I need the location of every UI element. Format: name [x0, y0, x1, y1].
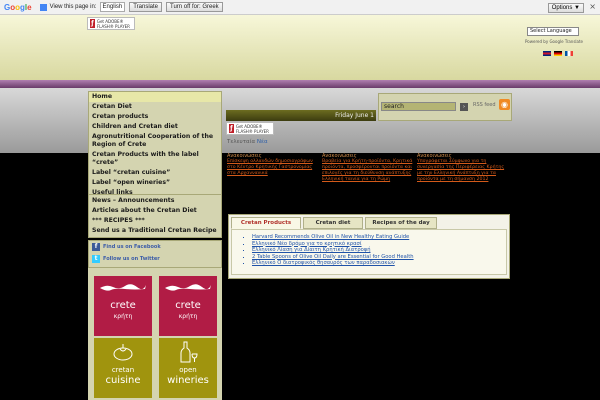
news-ticker: Friday June 1 [226, 110, 376, 121]
flash-player-badge[interactable]: ƒ Get ADOBE® FLASH® PLAYER [87, 17, 135, 30]
open-wineries-tile[interactable]: open wineries [159, 338, 217, 398]
flash-icon: ƒ [90, 19, 95, 28]
news-column-1: Ανακοινώσεις Επίσκεψη ολλανδών δημοσιογρ… [227, 153, 319, 177]
news-column-2: Ανακοινώσεις Βραβεία για Κρήτη-προϊόντα,… [322, 153, 414, 183]
close-icon[interactable]: × [589, 2, 596, 11]
ticker-date: Friday June 1 [335, 112, 374, 119]
rss-label[interactable]: RSS feed [473, 102, 496, 108]
nav-item-cretan-products[interactable]: Cretan products [89, 112, 221, 122]
nav-item-send-recipe[interactable]: Send us a Traditional Cretan Recipe [89, 226, 221, 236]
flash-icon: ƒ [229, 124, 234, 133]
news-column-3: Ανακοινώσεις Υπογράφεται Σύμφωνο για τη … [417, 153, 509, 183]
tab-recipes[interactable]: Recipes of the day [365, 217, 437, 229]
search-go-button[interactable]: › [460, 103, 468, 111]
garlic-icon [113, 344, 133, 361]
tab-cretan-diet[interactable]: Cretan diet [303, 217, 363, 229]
crete-label-tile-2[interactable]: crete κρήτη [159, 276, 217, 336]
nav-item-label-cuisine[interactable]: Label “cretan cuisine” [89, 168, 221, 178]
language-flags [543, 51, 573, 56]
label-tiles: crete κρήτη crete κρήτη cretan cuisine o… [88, 268, 222, 400]
purple-band [0, 80, 600, 88]
turn-off-button[interactable]: Turn off for: Greek [166, 2, 223, 12]
main-nav: Home Cretan Diet Cretan products Childre… [88, 91, 222, 199]
twitter-link[interactable]: t Follow us on Twitter [89, 253, 221, 265]
news-link[interactable]: Βραβεία για Κρήτη-προϊόντα, Κρητικά προϊ… [322, 159, 414, 183]
site-header: ƒ Get ADOBE® FLASH® PLAYER [0, 15, 600, 80]
google-logo: Google [4, 2, 32, 12]
flash-player-badge-2[interactable]: ƒ Get ADOBE® FLASH® PLAYER [226, 122, 274, 135]
translate-prompt: View this page in: [39, 3, 97, 11]
news-link[interactable]: Υπογράφεται Σύμφωνο για τη συνεργασία τη… [417, 159, 509, 183]
nav-item-home[interactable]: Home [89, 92, 221, 102]
rss-icon[interactable]: ◉ [499, 99, 510, 110]
de-flag-icon[interactable] [554, 51, 562, 56]
options-button[interactable]: Options ▼ [547, 3, 584, 13]
crete-island-icon [100, 284, 146, 291]
tab-cretan-products[interactable]: Cretan Products [231, 217, 301, 229]
nav-item-children[interactable]: Children and Cretan diet [89, 122, 221, 132]
language-select[interactable]: Select Language [527, 27, 579, 36]
search-input[interactable]: search [381, 102, 456, 111]
secondary-nav: News – Announcements Articles about the … [88, 194, 222, 238]
translate-bar: Google View this page in: English Transl… [0, 0, 600, 15]
tab-strip: Cretan Products Cretan diet Recipes of t… [229, 215, 509, 229]
fr-flag-icon[interactable] [565, 51, 573, 56]
tabs-panel: Cretan Products Cretan diet Recipes of t… [228, 214, 510, 279]
nav-item-cretan-diet[interactable]: Cretan Diet [89, 102, 221, 112]
nav-item-label-crete[interactable]: Cretan Products with the label “crete” [89, 150, 221, 168]
article-link[interactable]: Ελληνικό Ο διατροφικός θησαυρός των παρα… [252, 260, 498, 267]
facebook-icon: f [92, 243, 100, 251]
powered-by-google: Powered by Google Translate [525, 39, 583, 44]
social-box: f Find us on Facebook t Follow us on Twi… [88, 240, 222, 268]
translate-icon [39, 3, 47, 11]
cretan-cuisine-tile[interactable]: cretan cuisine [94, 338, 152, 398]
tab-content: Harvard Recommends Olive Oil in New Heal… [231, 229, 507, 275]
translate-button[interactable]: Translate [129, 2, 162, 12]
news-link[interactable]: Επίσκεψη ολλανδών δημοσιογράφων στο Κέντ… [227, 159, 319, 177]
nav-item-news[interactable]: News – Announcements [89, 196, 221, 206]
nav-item-recipes[interactable]: *** RECIPES *** [89, 216, 221, 226]
nav-item-articles[interactable]: Articles about the Cretan Diet [89, 206, 221, 216]
nav-item-cooperation[interactable]: Agronutritional Cooperation of the Regio… [89, 132, 221, 150]
facebook-link[interactable]: f Find us on Facebook [89, 241, 221, 253]
twitter-icon: t [92, 255, 100, 263]
latest-news-link[interactable]: Τελευταία Νέα [227, 139, 268, 145]
nav-item-label-wineries[interactable]: Label “open wineries” [89, 178, 221, 188]
uk-flag-icon[interactable] [543, 51, 551, 56]
crete-island-icon [165, 284, 211, 291]
translate-language-select[interactable]: English [99, 2, 126, 12]
crete-label-tile[interactable]: crete κρήτη [94, 276, 152, 336]
wine-bottle-icon [180, 341, 198, 363]
